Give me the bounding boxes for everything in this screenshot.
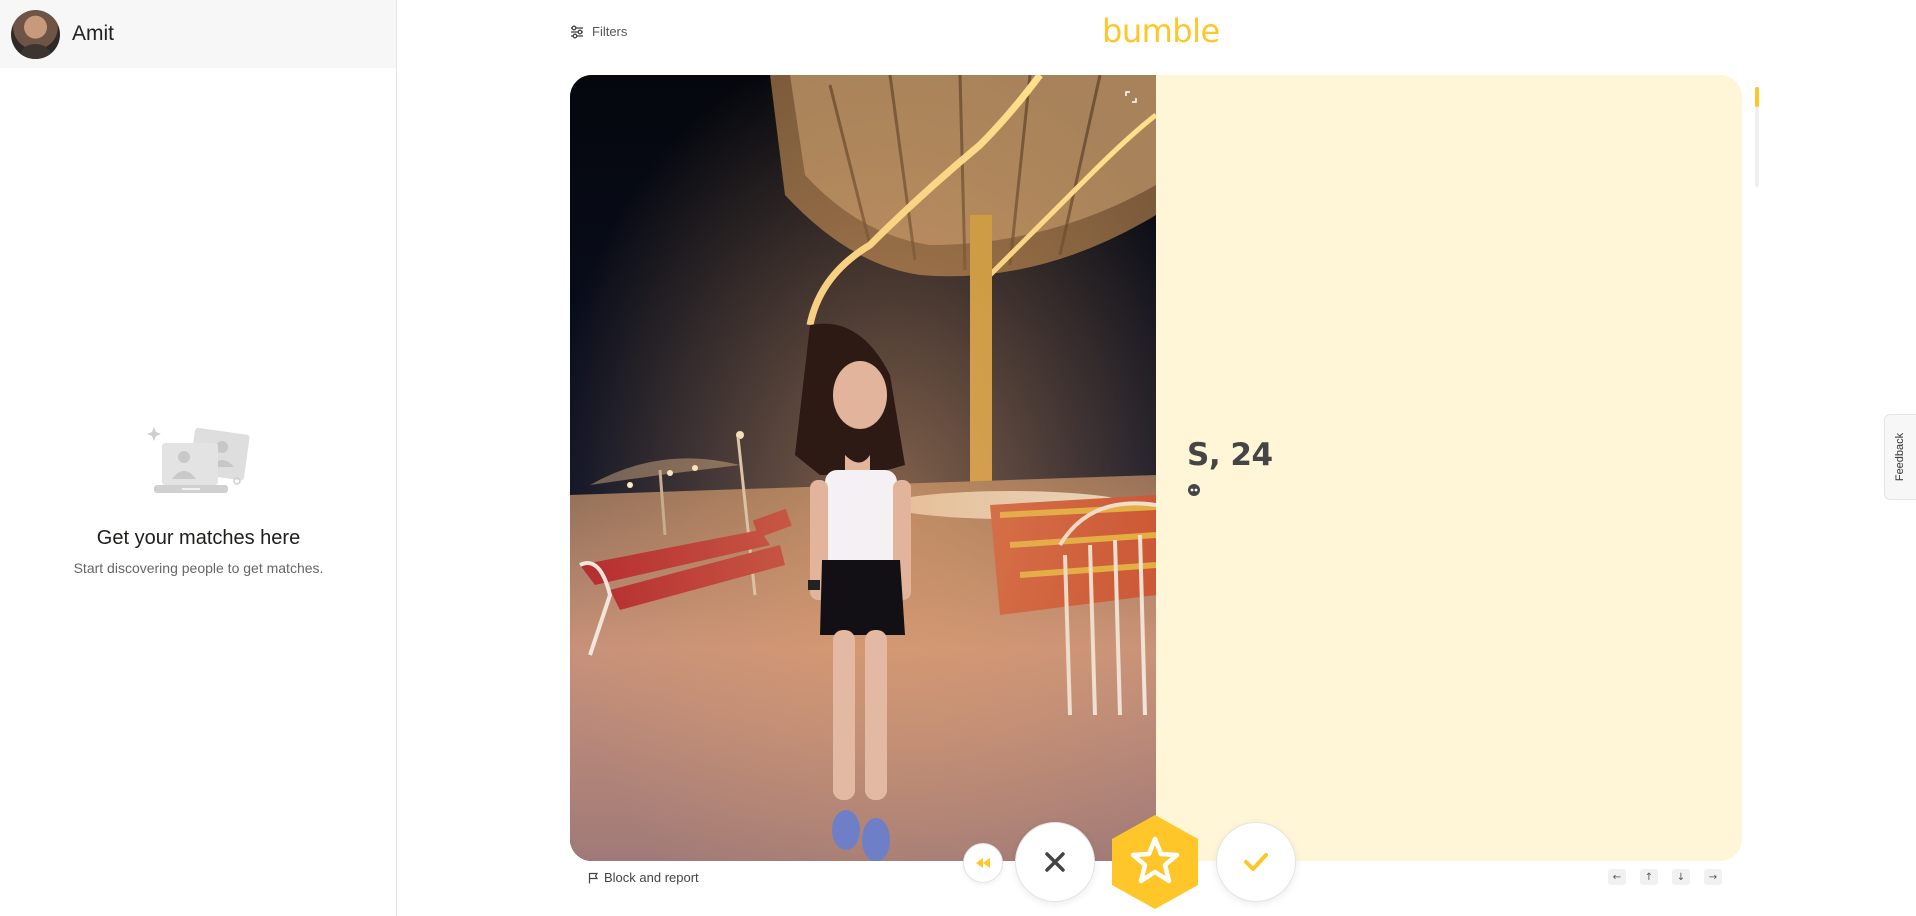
like-button[interactable] (1216, 822, 1296, 902)
profile-info: S, 24 (1187, 437, 1273, 502)
empty-title: Get your matches here (96, 527, 301, 549)
profile-scroll-indicator[interactable] (1755, 87, 1759, 187)
swipe-actions (398, 813, 1916, 913)
feedback-tab[interactable]: Feedback (1884, 414, 1916, 500)
filters-label: Filters (592, 24, 628, 39)
key-right-hint: → (1704, 869, 1722, 885)
pass-button[interactable] (1015, 822, 1095, 902)
check-icon (1244, 853, 1268, 871)
expand-icon[interactable] (1125, 91, 1137, 103)
avatar[interactable] (11, 9, 60, 59)
profile-name-age: S, 24 (1187, 437, 1273, 473)
profile-photo[interactable] (570, 75, 1156, 861)
key-up-hint: ↑ (1640, 869, 1658, 885)
profile-header[interactable]: Amit (0, 0, 396, 68)
matches-illustration-icon (144, 425, 254, 505)
superswipe-button[interactable] (1108, 813, 1202, 911)
empty-subtitle: Start discovering people to get matches. (73, 560, 324, 576)
key-down-hint: ↓ (1672, 869, 1690, 885)
rewind-button[interactable] (963, 843, 1003, 883)
key-left-hint: ← (1608, 869, 1626, 885)
block-report-link[interactable]: Block and report (588, 870, 699, 885)
sliders-icon (571, 25, 583, 38)
quote-icon (1188, 484, 1200, 496)
profile-card[interactable]: S, 24 (570, 75, 1742, 861)
main-area: Filters bumble S, 24 Block and report ← … (398, 0, 1916, 916)
feedback-label: Feedback (1894, 432, 1907, 482)
block-report-label: Block and report (604, 870, 699, 885)
flag-icon (588, 872, 599, 883)
matches-empty-state: Get your matches here Start discovering … (0, 425, 397, 576)
keyboard-hints: ← ↑ ↓ → (1608, 869, 1722, 885)
close-icon (1045, 852, 1065, 872)
bumble-logo: bumble (1102, 12, 1220, 50)
sidebar: Amit Get your matches here Start discove… (0, 0, 397, 916)
rewind-icon (976, 858, 990, 868)
filters-button[interactable]: Filters (570, 24, 627, 39)
user-name: Amit (72, 22, 114, 45)
